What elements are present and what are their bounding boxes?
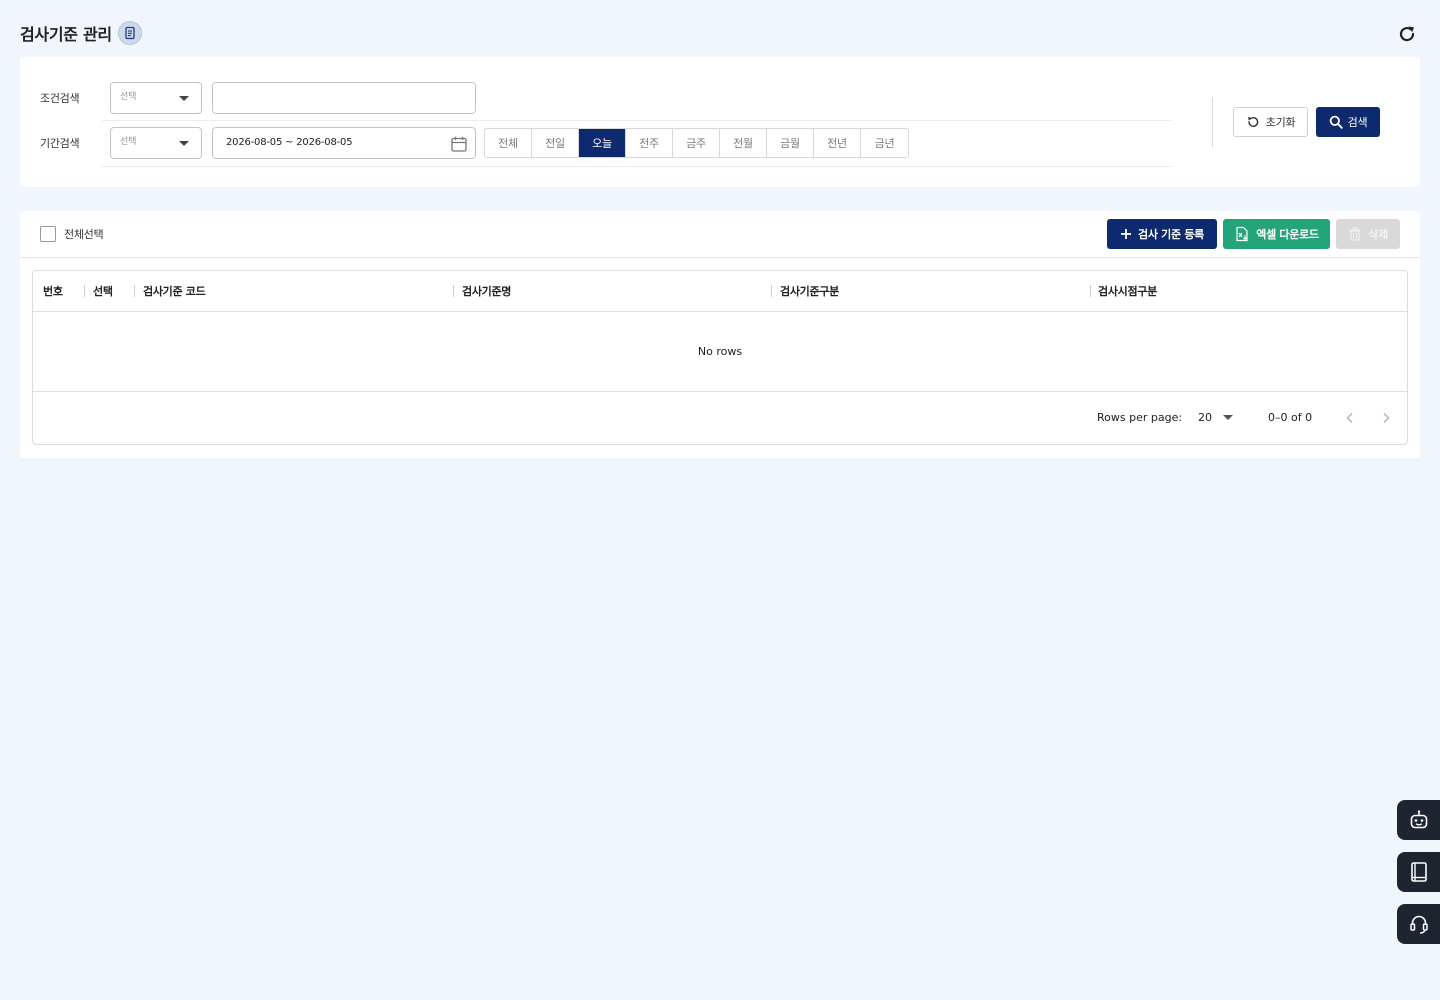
- chevron-down-icon: [179, 95, 189, 101]
- manual-button[interactable]: [1397, 852, 1440, 892]
- list-panel: 전체선택 검사 기준 등록 엑셀 다운로드 삭제 번호 선택 검사기준 코드 검…: [20, 211, 1420, 458]
- period-option-button[interactable]: 전체: [485, 128, 532, 157]
- period-select-placeholder: 선택: [120, 137, 137, 147]
- reset-button-label: 초기화: [1265, 116, 1296, 129]
- checkbox-icon[interactable]: [40, 226, 56, 242]
- add-inspection-standard-button[interactable]: 검사 기준 등록: [1107, 219, 1217, 249]
- search-icon: [1329, 115, 1343, 129]
- period-option-button[interactable]: 전년: [814, 128, 861, 157]
- period-type-select[interactable]: 선택: [110, 126, 202, 159]
- chevron-right-icon: [1383, 412, 1390, 424]
- condition-select[interactable]: 선택: [110, 81, 202, 114]
- period-option-button[interactable]: 금주: [673, 128, 720, 157]
- select-all-label: 전체선택: [64, 228, 104, 241]
- period-quick-select: 전체 전일 오늘 전주 금주 전월 금월 전년 금년: [484, 127, 909, 158]
- rows-per-page-value: 20: [1198, 411, 1212, 424]
- list-toolbar: 전체선택 검사 기준 등록 엑셀 다운로드 삭제: [20, 211, 1420, 258]
- condition-select-placeholder: 선택: [120, 92, 137, 102]
- page-title: 검사기준 관리: [20, 25, 112, 44]
- rows-per-page-select[interactable]: 20: [1198, 411, 1233, 424]
- select-all-checkbox[interactable]: 전체선택: [40, 226, 104, 242]
- period-option-button[interactable]: 금년: [861, 128, 908, 157]
- column-header-category[interactable]: 검사기준구분: [780, 271, 839, 311]
- chatbot-button[interactable]: [1397, 800, 1440, 840]
- period-search-row: 기간검색 선택 2026-08-05 ~ 2026-08-05 전체 전일 오늘 전주…: [20, 120, 1200, 165]
- date-range-value: 2026-08-05 ~ 2026-08-05: [226, 137, 353, 148]
- document-icon[interactable]: [117, 21, 142, 45]
- grid-header: 번호 선택 검사기준 코드 검사기준명 검사기준구분 검사시점구분: [33, 271, 1407, 312]
- support-headset-icon: [1409, 915, 1428, 934]
- condition-search-row: 조건검색 선택: [20, 75, 1200, 120]
- delete-button[interactable]: 삭제: [1336, 219, 1400, 249]
- condition-search-label: 조건검색: [40, 91, 80, 105]
- vertical-divider: [1212, 97, 1213, 147]
- date-range-picker[interactable]: 2026-08-05 ~ 2026-08-05: [212, 126, 476, 159]
- reset-icon: [1247, 116, 1259, 127]
- chevron-down-icon: [1223, 415, 1233, 420]
- refresh-icon[interactable]: [1396, 23, 1418, 45]
- manual-book-icon: [1410, 862, 1427, 882]
- column-separator[interactable]: [134, 285, 135, 297]
- trash-icon: [1349, 227, 1361, 241]
- chevron-down-icon: [179, 140, 189, 146]
- excel-file-icon: [1236, 226, 1248, 242]
- search-button-label: 검색: [1347, 116, 1368, 129]
- rows-per-page-label: Rows per page:: [1097, 411, 1183, 424]
- column-separator[interactable]: [453, 285, 454, 297]
- excel-download-button[interactable]: 엑셀 다운로드: [1223, 219, 1330, 249]
- period-search-label: 기간검색: [40, 136, 80, 150]
- calendar-icon[interactable]: [450, 135, 468, 156]
- empty-state: No rows: [33, 312, 1407, 392]
- column-header-name[interactable]: 검사기준명: [462, 271, 511, 311]
- column-separator[interactable]: [1090, 285, 1091, 297]
- column-separator[interactable]: [84, 285, 85, 297]
- period-option-button[interactable]: 전일: [532, 128, 579, 157]
- column-header-timing[interactable]: 검사시점구분: [1098, 271, 1157, 311]
- previous-page-button[interactable]: [1340, 408, 1360, 428]
- column-header-number[interactable]: 번호: [43, 271, 63, 311]
- period-option-button[interactable]: 금월: [767, 128, 814, 157]
- excel-button-label: 엑셀 다운로드: [1256, 228, 1319, 241]
- reset-button[interactable]: 초기화: [1233, 107, 1308, 137]
- next-page-button[interactable]: [1376, 408, 1396, 428]
- period-option-button[interactable]: 오늘: [579, 128, 626, 157]
- row-divider: [102, 166, 1172, 167]
- column-header-select[interactable]: 선택: [93, 271, 113, 311]
- search-button[interactable]: 검색: [1316, 107, 1380, 137]
- chevron-left-icon: [1346, 412, 1353, 424]
- add-button-label: 검사 기준 등록: [1138, 228, 1204, 241]
- search-filter-panel: 조건검색 선택 기간검색 선택 2026-08-05 ~ 2026-08-05 …: [20, 57, 1420, 187]
- support-button[interactable]: [1397, 904, 1440, 944]
- pagination: Rows per page: 20 0–0 of 0: [33, 392, 1407, 444]
- period-option-button[interactable]: 전주: [626, 128, 673, 157]
- period-option-button[interactable]: 전월: [720, 128, 767, 157]
- page-header: 검사기준 관리: [20, 20, 1420, 46]
- column-header-code[interactable]: 검사기준 코드: [143, 271, 206, 311]
- pagination-range: 0–0 of 0: [1268, 411, 1313, 424]
- column-separator[interactable]: [771, 285, 772, 297]
- data-grid: 번호 선택 검사기준 코드 검사기준명 검사기준구분 검사시점구분 No row…: [32, 270, 1408, 445]
- plus-icon: [1121, 229, 1131, 239]
- delete-button-label: 삭제: [1368, 228, 1388, 241]
- chatbot-icon: [1410, 810, 1427, 829]
- condition-search-input[interactable]: [212, 81, 476, 114]
